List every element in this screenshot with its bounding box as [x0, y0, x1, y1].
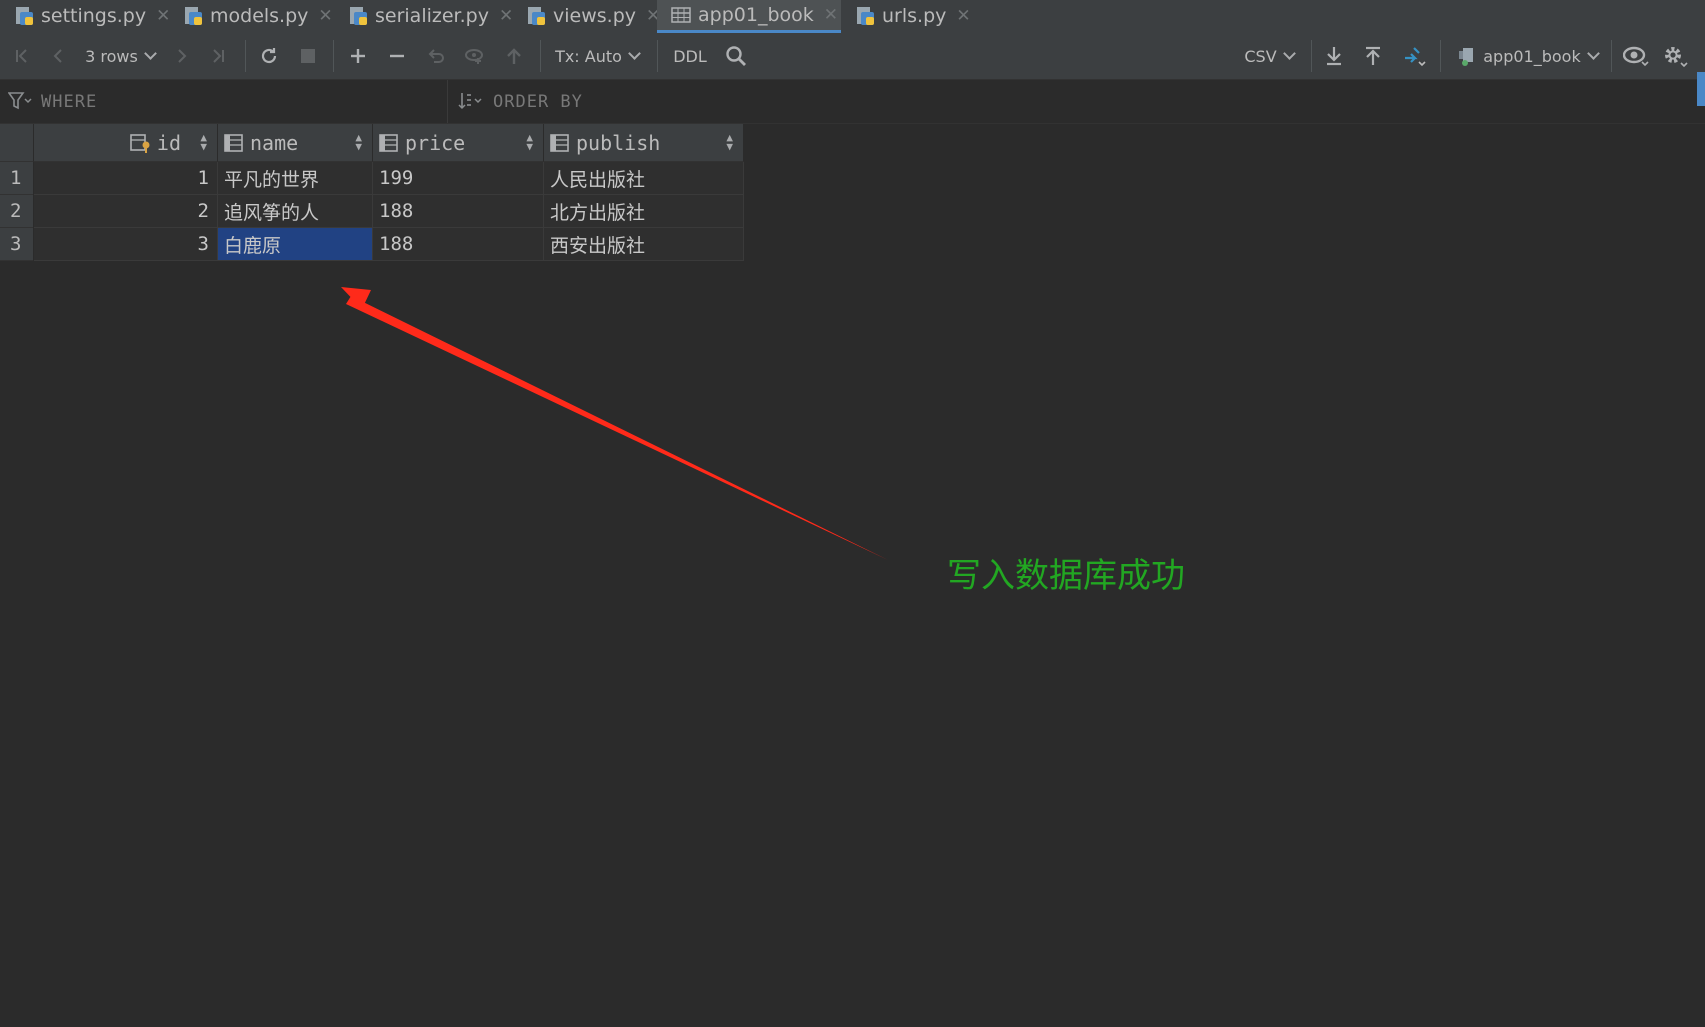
annotation-arrow: [341, 287, 888, 560]
arrow-shaft: [346, 296, 888, 560]
scrollbar-marker[interactable]: [1697, 72, 1705, 106]
annotation-text: 写入数据库成功: [947, 556, 1185, 596]
